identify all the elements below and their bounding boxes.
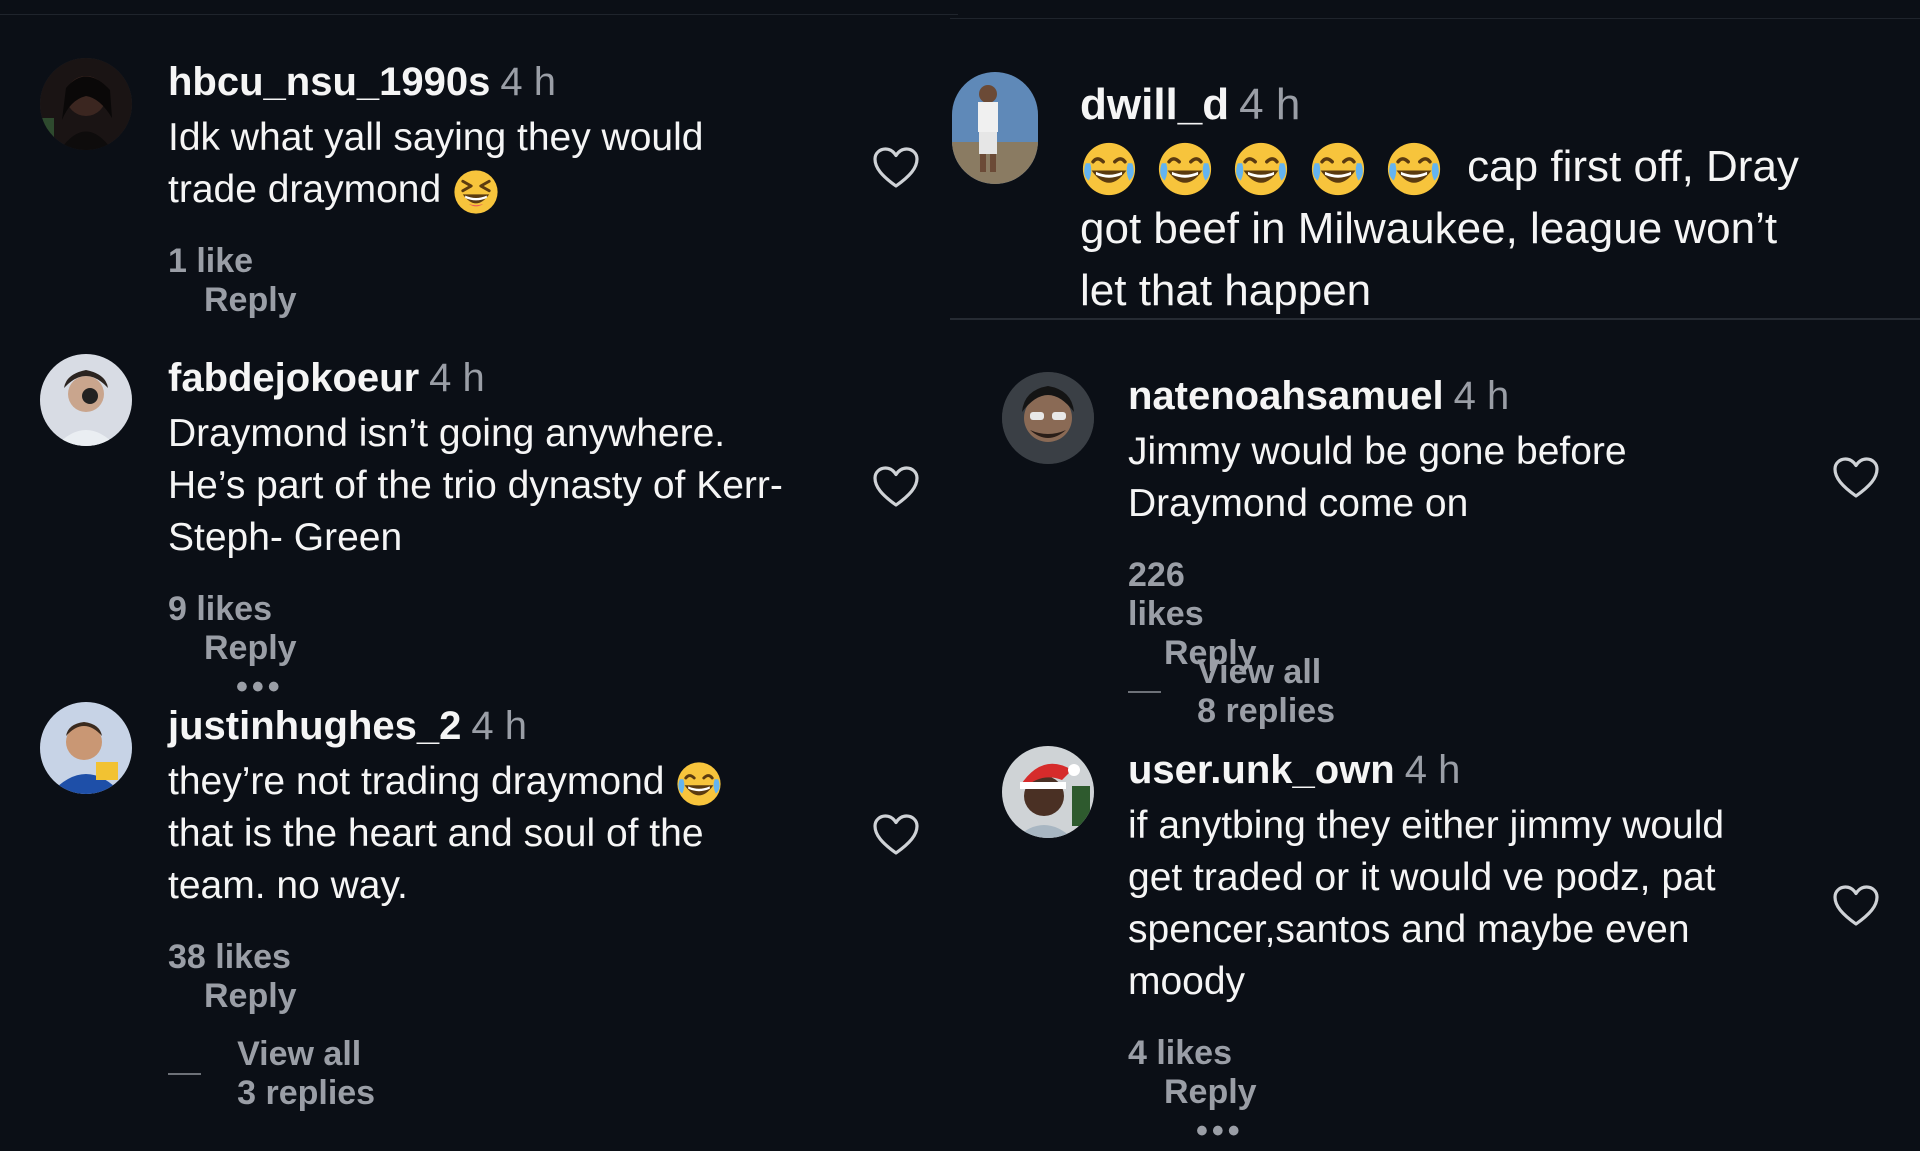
reply-button[interactable]: Reply (204, 629, 297, 668)
comment-line: that is the heart and soul of the (168, 812, 704, 855)
reply-button[interactable]: Reply (1164, 1073, 1257, 1112)
view-replies-button[interactable]: View all 3 replies (168, 1035, 378, 1113)
comment-line: they’re not trading draymond (168, 760, 665, 803)
comment-line: Idk what yall saying they would (168, 116, 704, 159)
timestamp: 4 h (429, 356, 485, 400)
comment-header: hbcu_nsu_1990s 4 h (168, 60, 556, 105)
top-divider (950, 18, 1920, 19)
tears-of-joy-emoji-icon (1232, 140, 1290, 198)
comment-line: moody (1128, 960, 1246, 1003)
username[interactable]: hbcu_nsu_1990s (168, 60, 490, 104)
username[interactable]: fabdejokoeur (168, 356, 419, 400)
like-button[interactable] (1832, 456, 1880, 500)
heart-icon (872, 465, 920, 509)
comment-meta: 9 likesReply••• (168, 590, 297, 707)
avatar[interactable] (1002, 372, 1094, 464)
comment-line: spencer,santos and maybe even (1128, 908, 1690, 951)
tears-of-joy-emoji-icon (1385, 140, 1443, 198)
comment-text: if anytbing they either jimmy would get … (1128, 800, 1724, 1008)
tears-of-joy-emoji-icon (1156, 140, 1214, 198)
heart-icon (872, 813, 920, 857)
like-count[interactable]: 9 likes (168, 590, 272, 629)
comment-header: natenoahsamuel 4 h (1128, 374, 1509, 419)
replies-rule (168, 1073, 202, 1075)
squinting-laugh-emoji-icon (452, 168, 500, 216)
timestamp: 4 h (471, 704, 527, 748)
comment-line: Jimmy would be gone before (1128, 430, 1627, 473)
left-comments-panel: hbcu_nsu_1990s 4 h Idk what yall saying t… (0, 0, 958, 1112)
reply-button[interactable]: Reply (204, 977, 297, 1016)
comment-text: Jimmy would be gone before Draymond come… (1128, 426, 1627, 530)
comment-line: get traded or it would ve podz, pat (1128, 856, 1716, 899)
tears-of-joy-emoji-icon (1080, 140, 1138, 198)
avatar[interactable] (40, 702, 132, 794)
more-options-button[interactable]: ••• (236, 668, 284, 707)
timestamp: 4 h (500, 60, 556, 104)
username[interactable]: user.unk_own (1128, 748, 1395, 792)
like-count[interactable]: 1 like (168, 242, 253, 281)
comment-meta: 38 likesReply (168, 938, 297, 1016)
comment-header: user.unk_own 4 h (1128, 748, 1460, 793)
username[interactable]: justinhughes_2 (168, 704, 461, 748)
comment-meta: 4 likesReply••• (1128, 1034, 1257, 1151)
comment-line: trade draymond (168, 168, 442, 211)
comment-line: team. no way. (168, 864, 408, 907)
more-options-button[interactable]: ••• (1196, 1112, 1244, 1151)
username[interactable]: natenoahsamuel (1128, 374, 1444, 418)
top-divider (0, 14, 958, 15)
avatar[interactable] (1002, 746, 1094, 838)
tears-of-joy-emoji-icon (675, 760, 723, 808)
like-count[interactable]: 226 likes (1128, 556, 1257, 634)
comment-line: Draymond isn’t going anywhere. (168, 412, 726, 455)
like-button[interactable] (872, 146, 920, 190)
comment-text: cap first off, Dray got beef in Milwauke… (1080, 136, 1799, 322)
comment-line: Draymond come on (1128, 482, 1469, 525)
timestamp: 4 h (1239, 80, 1301, 129)
comment-header: justinhughes_2 4 h (168, 704, 527, 749)
comment-line-with-emoji: trade draymond (168, 164, 703, 216)
view-replies-button[interactable]: View all 8 replies (1128, 653, 1338, 731)
like-button[interactable] (1832, 884, 1880, 928)
username[interactable]: dwill_d (1080, 80, 1229, 129)
reply-button[interactable]: Reply (204, 281, 297, 320)
comment-line: cap first off, Dray (1467, 142, 1799, 191)
comment-line: if anytbing they either jimmy would (1128, 804, 1725, 847)
heart-icon (872, 146, 920, 190)
like-button[interactable] (872, 465, 920, 509)
timestamp: 4 h (1404, 748, 1461, 792)
view-replies-label: View all 8 replies (1197, 653, 1336, 730)
like-count[interactable]: 4 likes (1128, 1034, 1232, 1073)
replies-rule (1128, 691, 1162, 693)
view-replies-label: View all 3 replies (237, 1035, 376, 1112)
comment-line: got beef in Milwaukee, league won’t (1080, 204, 1778, 254)
avatar[interactable] (952, 72, 1038, 184)
tears-of-joy-emoji-icon (1309, 140, 1367, 198)
like-count[interactable]: 38 likes (168, 938, 291, 977)
comment-text: Idk what yall saying they would trade dr… (168, 112, 703, 216)
comment-meta: 1 likeReply (168, 242, 297, 320)
like-button[interactable] (872, 813, 920, 857)
comment-header: dwill_d 4 h (1080, 80, 1300, 130)
timestamp: 4 h (1453, 374, 1510, 418)
comment-line-with-emoji: they’re not trading draymond (168, 756, 723, 808)
comment-header: fabdejokoeur 4 h (168, 356, 485, 401)
comment-line-with-emoji: cap first off, Dray (1080, 136, 1799, 198)
section-divider (950, 318, 1920, 320)
heart-icon (1832, 456, 1880, 500)
comment-line: He’s part of the trio dynasty of Kerr- (168, 464, 783, 507)
avatar[interactable] (40, 58, 132, 150)
comment-line: Steph- Green (168, 516, 403, 559)
heart-icon (1832, 884, 1880, 928)
comment-line: let that happen (1080, 266, 1372, 316)
avatar[interactable] (40, 354, 132, 446)
comment-text: they’re not trading draymond that is the… (168, 756, 723, 912)
comment-text: Draymond isn’t going anywhere. He’s part… (168, 408, 783, 564)
right-comments-panel: dwill_d 4 h cap first off, Dray got beef … (950, 0, 1920, 1150)
